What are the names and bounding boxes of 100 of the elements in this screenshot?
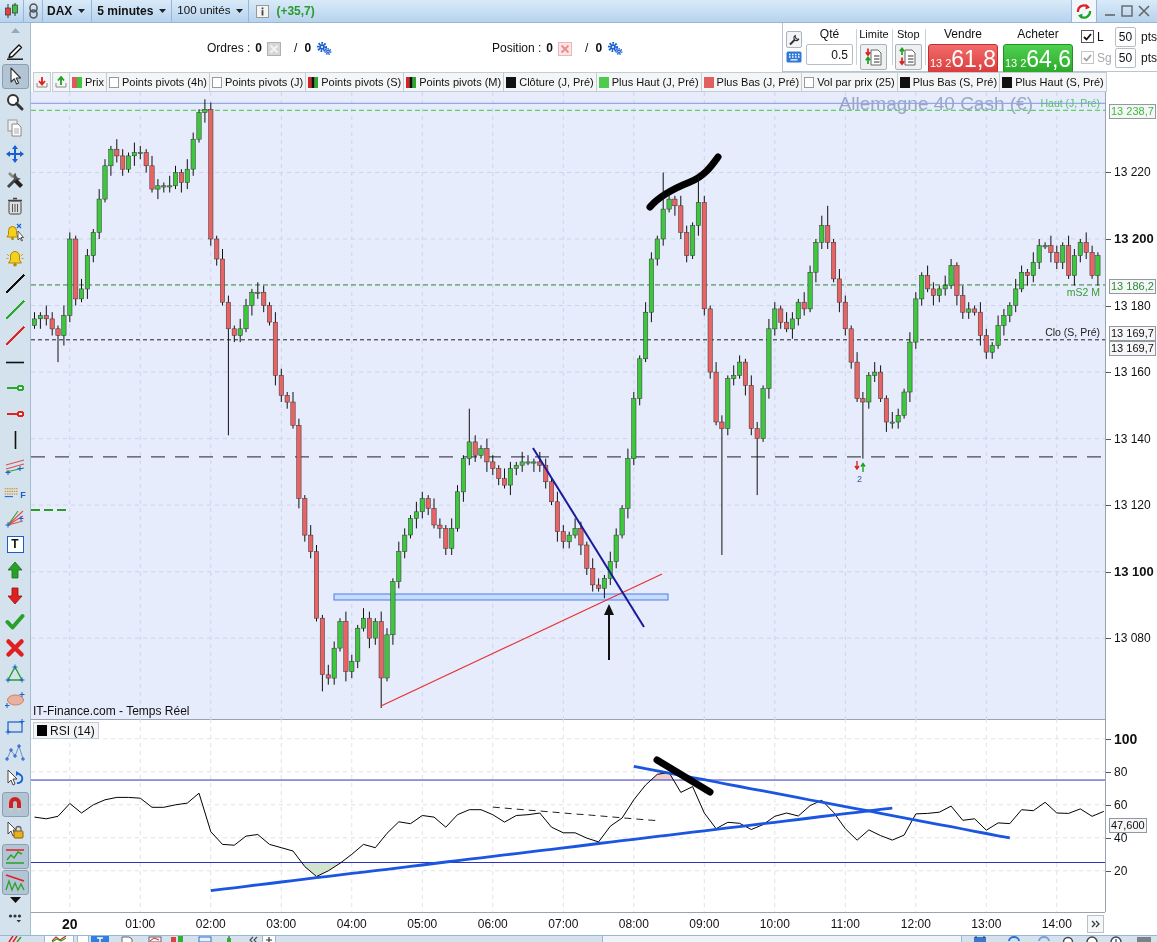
move-arrows-icon xyxy=(5,144,25,164)
legend-item[interactable]: Plus Bas (S, Pré) xyxy=(897,72,1001,92)
scroll-right-button[interactable] xyxy=(1087,915,1104,933)
caret-icon xyxy=(78,9,86,13)
zoom-out-icon[interactable] xyxy=(1084,936,1100,942)
checkbox[interactable] xyxy=(1081,30,1094,43)
rsi-tick-label: 20 xyxy=(1114,863,1128,878)
triangle-icon xyxy=(5,664,25,684)
time-tick-label: 14:00 xyxy=(1041,916,1072,932)
cross-box-icon[interactable] xyxy=(267,42,282,56)
tool-button[interactable] xyxy=(1,63,29,89)
position-label: Position : xyxy=(492,39,542,57)
time-tick-label: 11:00 xyxy=(830,916,860,932)
indicator-lines-icon xyxy=(5,846,25,866)
instrument-dropdown[interactable]: DAX xyxy=(43,0,93,22)
chart-icon[interactable] xyxy=(147,936,163,942)
new-tab-button[interactable] xyxy=(262,936,276,942)
current-value-label: 47,600 xyxy=(1109,818,1147,833)
gears-icon[interactable] xyxy=(316,40,333,55)
stop-order-button[interactable] xyxy=(894,44,922,70)
legend-item[interactable]: Vol par prix (25) xyxy=(802,72,898,92)
cross-box-icon[interactable] xyxy=(558,42,573,56)
tick-icon xyxy=(1083,32,1092,41)
document-icon[interactable] xyxy=(119,936,135,942)
chart-icon xyxy=(51,936,67,942)
price-tick-label: 13 100 xyxy=(1114,564,1154,579)
distance-label: Sg xyxy=(1097,49,1112,67)
rsi-tick-label: 80 xyxy=(1114,764,1128,779)
legend-item[interactable]: Plus Haut (J, Pré) xyxy=(596,72,702,92)
ellipse-icon xyxy=(5,690,25,710)
legend-expand-button[interactable] xyxy=(52,72,70,92)
caret-icon xyxy=(159,9,167,13)
legend-item[interactable]: Plus Bas (J, Pré) xyxy=(701,72,803,92)
time-tick-label: 06:00 xyxy=(477,916,508,932)
time-tick-label: 08:00 xyxy=(618,916,649,932)
time-tick-label: 09:00 xyxy=(689,916,720,932)
pin-icon xyxy=(95,936,105,942)
text-tool-button[interactable]: T xyxy=(1,531,29,557)
distance-label: L xyxy=(1097,28,1105,46)
calendar-icon[interactable] xyxy=(972,936,988,942)
settings-button[interactable] xyxy=(786,31,802,48)
undo-icon[interactable] xyxy=(1006,936,1022,942)
legend-collapse-button[interactable] xyxy=(33,72,51,92)
price-level-label: 13 186,2 xyxy=(1109,278,1156,294)
pattern-icon xyxy=(5,742,25,762)
info-icon[interactable] xyxy=(256,4,270,18)
unit-label: pts xyxy=(1141,49,1157,67)
keyboard-icon[interactable] xyxy=(786,51,802,63)
barcode-icon[interactable] xyxy=(1136,936,1152,942)
timeframe-dropdown[interactable]: 5 minutes xyxy=(92,0,173,22)
price-tick-label: 13 160 xyxy=(1114,365,1151,380)
sell-button[interactable]: 13 261,8 xyxy=(928,44,998,74)
limit-order-button[interactable] xyxy=(860,44,888,70)
refresh-button[interactable] xyxy=(1071,0,1097,22)
pin-button[interactable] xyxy=(91,936,109,942)
tool-button[interactable]: F xyxy=(1,479,29,505)
rotate-cursor-icon xyxy=(5,768,25,788)
close-icon[interactable] xyxy=(1138,5,1150,17)
legend-item[interactable]: Points pivots (M) xyxy=(404,72,505,92)
indicator-legend-item[interactable]: RSI (14) xyxy=(33,722,99,739)
level-label: Haut (J, Pré) xyxy=(1040,96,1100,109)
swatch-icon xyxy=(211,76,222,88)
quantity-label: Qté xyxy=(819,26,840,41)
chart-tab[interactable] xyxy=(44,936,74,942)
price-tick-label: 13 220 xyxy=(1114,165,1151,180)
zoom-in-icon[interactable] xyxy=(1108,936,1124,942)
legend-item[interactable]: Points pivots (S) xyxy=(306,72,405,92)
quantity-field[interactable]: 0.5 xyxy=(806,44,853,65)
horizontal-line-icon xyxy=(6,360,24,364)
caret-icon xyxy=(236,9,244,13)
caret-down-icon xyxy=(9,897,21,903)
size-dropdown[interactable]: 100 unités xyxy=(172,0,250,22)
legend-item[interactable]: Clôture (J, Pré) xyxy=(504,72,597,92)
legend-item[interactable]: Points pivots (4h) xyxy=(106,72,210,92)
time-tick-label: 02:00 xyxy=(195,916,226,932)
legend-item[interactable]: Points pivots (J) xyxy=(209,72,307,92)
document-arrows-icon xyxy=(863,47,884,67)
bell-cursor-icon xyxy=(5,222,25,242)
plus-icon xyxy=(265,936,273,942)
price-tick-label: 13 120 xyxy=(1114,498,1151,513)
candles-icon[interactable] xyxy=(2,3,21,19)
data-source-label: IT-Finance.com - Temps Réel xyxy=(33,704,190,718)
gears-icon[interactable] xyxy=(607,40,624,55)
price-tick-label: 13 140 xyxy=(1114,431,1151,446)
legend-item[interactable]: Prix xyxy=(70,72,107,92)
distance-field[interactable]: 50 xyxy=(1115,26,1136,47)
lock-cursor-icon xyxy=(5,820,25,840)
up-arrow-icon xyxy=(55,76,67,88)
pencil-icon[interactable] xyxy=(7,936,23,942)
rsi-tick-label: 100 xyxy=(1114,731,1138,746)
link-icon[interactable] xyxy=(28,3,38,19)
wrench-icon xyxy=(788,33,800,46)
maximize-icon[interactable] xyxy=(1121,5,1133,17)
overbought-area xyxy=(651,772,674,780)
swatch-icon xyxy=(308,76,319,88)
up-arrow-icon xyxy=(5,560,25,580)
legend-item[interactable]: Plus Haut (S, Pré) xyxy=(1000,72,1107,92)
candles-icon[interactable] xyxy=(169,936,185,942)
slash-separator: / xyxy=(585,39,589,57)
redo-icon[interactable] xyxy=(1036,936,1052,942)
